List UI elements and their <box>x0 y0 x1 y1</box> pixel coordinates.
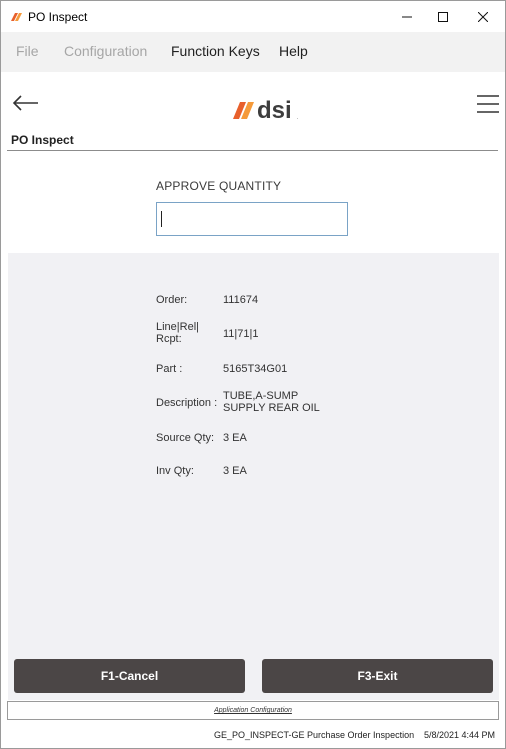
order-label: Order: <box>156 294 188 306</box>
app-header: dsi . PO Inspect <box>1 72 505 152</box>
inv-qty-value: 3 EA <box>223 465 247 477</box>
svg-text:dsi: dsi <box>257 97 292 122</box>
menu-hamburger-icon[interactable] <box>476 93 500 115</box>
menu-function-keys[interactable]: Function Keys <box>171 43 260 59</box>
inv-qty-label: Inv Qty: <box>156 465 194 477</box>
minimize-button[interactable] <box>389 1 425 32</box>
menu-file[interactable]: File <box>16 43 39 59</box>
details-panel: Order: 111674 Line|Rel| Rcpt: 11|71|1 Pa… <box>8 253 499 648</box>
title-bar: PO Inspect <box>1 1 505 32</box>
dsi-logo: dsi . <box>233 97 298 122</box>
description-label: Description : <box>156 397 218 409</box>
part-value: 5165T34G01 <box>223 363 288 375</box>
source-qty-label: Source Qty: <box>156 432 215 444</box>
page-title: PO Inspect <box>11 133 74 147</box>
status-datetime: 5/8/2021 4:44 PM <box>424 730 496 740</box>
f1-cancel-button[interactable]: F1-Cancel <box>14 659 245 693</box>
line-rel-rcpt-value: 11|71|1 <box>223 328 259 340</box>
approve-quantity-input[interactable] <box>156 202 348 236</box>
menu-help[interactable]: Help <box>279 43 308 59</box>
minimize-icon <box>402 16 412 17</box>
text-caret <box>161 211 162 227</box>
menu-bar: File Configuration Function Keys Help <box>1 32 505 72</box>
f3-exit-button[interactable]: F3-Exit <box>262 659 493 693</box>
window-title: PO Inspect <box>28 10 88 24</box>
application-window: PO Inspect File Configuration Function K… <box>0 0 506 749</box>
approve-quantity-label: APPROVE QUANTITY <box>156 179 282 193</box>
application-configuration-link[interactable]: Application Configuration <box>7 701 499 720</box>
svg-text:.: . <box>297 115 298 121</box>
line-rel-rcpt-label: Line|Rel| Rcpt: <box>156 321 200 345</box>
menu-configuration[interactable]: Configuration <box>64 43 147 59</box>
back-arrow-icon[interactable] <box>11 93 41 113</box>
source-qty-value: 3 EA <box>223 432 247 444</box>
button-bar: F1-Cancel F3-Exit <box>8 648 499 700</box>
header-divider <box>7 150 498 151</box>
status-application-name: GE_PO_INSPECT-GE Purchase Order Inspecti… <box>214 730 415 740</box>
description-value: TUBE,A-SUMP SUPPLY REAR OIL <box>223 390 320 414</box>
order-value: 111674 <box>223 294 259 306</box>
maximize-button[interactable] <box>425 1 461 32</box>
maximize-icon <box>438 11 448 22</box>
close-icon <box>478 11 488 22</box>
dsi-logo-icon <box>11 13 22 21</box>
close-button[interactable] <box>465 1 501 32</box>
part-label: Part : <box>156 363 183 375</box>
